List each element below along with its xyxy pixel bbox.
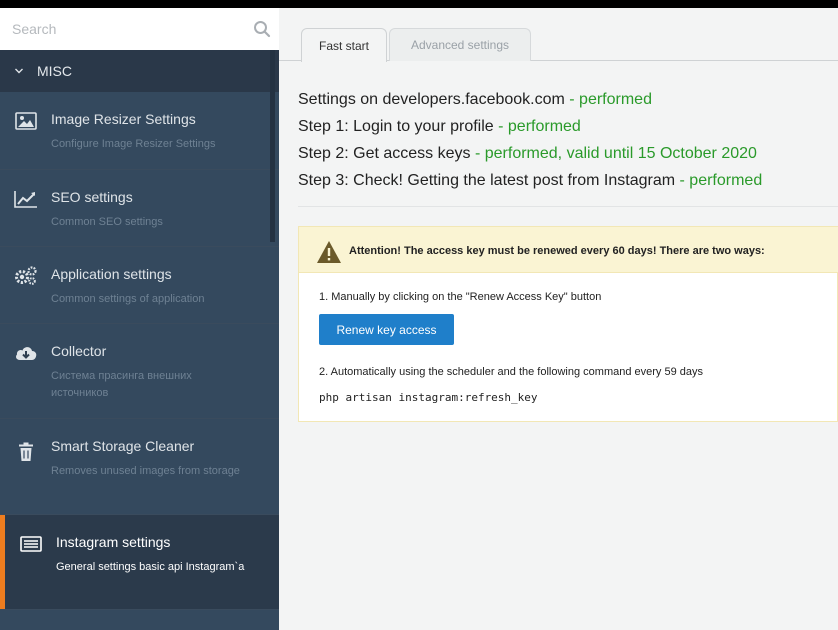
attention-header: Attention! The access key must be renewe… (299, 227, 838, 273)
step-row: Step 1: Login to your profile - performe… (298, 113, 762, 140)
gears-icon (14, 265, 38, 287)
renew-way-automatic: 2. Automatically using the scheduler and… (319, 366, 703, 378)
step-row: Settings on developers.facebook.com - pe… (298, 86, 762, 113)
attention-panel: Attention! The access key must be renewe… (298, 226, 838, 422)
cloud-download-icon (14, 342, 38, 364)
sidebar-item-storage-cleaner[interactable]: Smart Storage Cleaner Removes unused ima… (0, 419, 279, 515)
step-status: - performed (493, 118, 581, 135)
renew-way-manual: 1. Manually by clicking on the "Renew Ac… (319, 291, 602, 303)
list-card-icon (19, 533, 43, 555)
sidebar-item-application[interactable]: Application settings Common settings of … (0, 247, 279, 324)
step-text: Step 3: Check! Getting the latest post f… (298, 172, 676, 189)
sidebar-item-next[interactable] (0, 610, 279, 630)
renew-key-button[interactable]: Renew key access (319, 314, 454, 345)
sidebar-item-title: Application settings (51, 266, 172, 282)
sidebar-item-subtitle: Configure Image Resizer Settings (51, 138, 216, 150)
sidebar-item-instagram[interactable]: Instagram settings General settings basi… (0, 515, 279, 610)
chart-line-icon (14, 188, 38, 210)
sidebar-item-title: Instagram settings (56, 534, 171, 550)
section-divider (298, 206, 838, 207)
sidebar-item-title: Smart Storage Cleaner (51, 438, 195, 454)
sidebar-item-subtitle: Система прасинга внешних источников (51, 370, 192, 399)
image-icon (14, 110, 38, 132)
sidebar-item-subtitle: Common settings of application (51, 293, 205, 305)
section-label: MISC (37, 63, 72, 79)
sidebar-item-subtitle: General settings basic api Instagram`a (56, 561, 245, 573)
step-row: Step 2: Get access keys - performed, val… (298, 140, 762, 167)
step-row: Step 3: Check! Getting the latest post f… (298, 167, 762, 194)
attention-title: Attention! The access key must be renewe… (349, 245, 765, 257)
sidebar: MISC Image Resizer Settings Configure Im… (0, 8, 279, 630)
sidebar-item-title: Collector (51, 343, 107, 359)
tab-fast-start[interactable]: Fast start (301, 28, 387, 62)
sidebar-item-subtitle: Common SEO settings (51, 216, 163, 228)
section-header-misc[interactable]: MISC (0, 50, 279, 92)
steps-list: Settings on developers.facebook.com - pe… (298, 86, 762, 194)
step-status: - performed, valid until 15 October 2020 (470, 145, 757, 162)
sidebar-scrollbar[interactable] (270, 50, 275, 242)
search-icon[interactable] (253, 20, 271, 38)
sidebar-item-subtitle: Removes unused images from storage (51, 465, 240, 477)
sidebar-item-title: Image Resizer Settings (51, 111, 196, 127)
step-text: Step 2: Get access keys (298, 145, 471, 162)
refresh-command: php artisan instagram:refresh_key (319, 391, 538, 404)
sidebar-item-collector[interactable]: Collector Система прасинга внешних источ… (0, 324, 279, 419)
step-text: Step 1: Login to your profile (298, 118, 494, 135)
search-input[interactable] (0, 8, 240, 50)
chevron-down-icon (15, 68, 23, 74)
trash-icon (14, 441, 38, 463)
tab-advanced-settings[interactable]: Advanced settings (389, 28, 531, 61)
sidebar-item-image-resizer[interactable]: Image Resizer Settings Configure Image R… (0, 92, 279, 170)
search-box (0, 8, 279, 50)
warning-icon (317, 241, 341, 263)
window-top-bar (0, 0, 838, 8)
step-status: - performed (675, 172, 763, 189)
step-status: - performed (564, 91, 652, 108)
sidebar-item-seo[interactable]: SEO settings Common SEO settings (0, 170, 279, 247)
sidebar-item-title: SEO settings (51, 189, 133, 205)
active-indicator (0, 515, 5, 609)
main-content: Fast start Advanced settings Settings on… (279, 8, 838, 630)
step-text: Settings on developers.facebook.com (298, 91, 565, 108)
